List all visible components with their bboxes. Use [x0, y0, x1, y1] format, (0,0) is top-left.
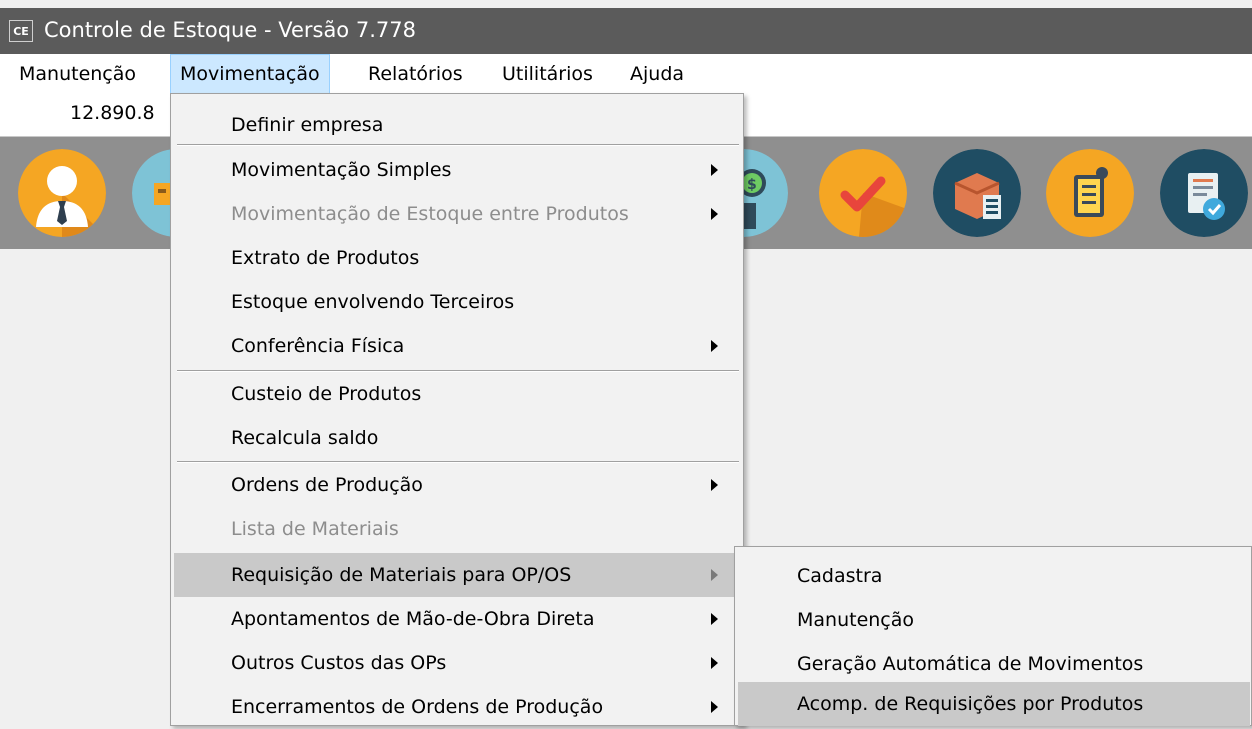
menu-utilitarios[interactable]: Utilitários [493, 54, 602, 94]
app-icon: CE [9, 20, 33, 42]
menu-item-label: Apontamentos de Mão-de-Obra Direta [231, 608, 595, 630]
user-icon[interactable] [18, 149, 106, 237]
menu-item-definir-empresa[interactable]: Definir empresa [174, 103, 740, 147]
box-checklist-icon[interactable] [933, 149, 1021, 237]
menu-item-movimentacao-simples[interactable]: Movimentação Simples [174, 148, 740, 192]
submenu-item-acomp-requisicoes[interactable]: Acomp. de Requisições por Produtos [738, 682, 1250, 726]
menu-item-label: Requisição de Materiais para OP/OS [231, 564, 572, 586]
menu-item-estoque-envolvendo-terceiros[interactable]: Estoque envolvendo Terceiros [174, 280, 740, 324]
document-check-icon[interactable] [1160, 149, 1248, 237]
requisicao-submenu: Cadastra Manutenção Geração Automática d… [734, 546, 1252, 726]
menu-item-label: Lista de Materiais [231, 518, 399, 540]
submenu-arrow-icon [711, 479, 718, 491]
menu-separator [177, 144, 739, 146]
menu-item-label: Movimentação Simples [231, 159, 452, 181]
menu-item-label: Recalcula saldo [231, 427, 379, 449]
menu-relatorios[interactable]: Relatórios [359, 54, 472, 94]
menu-bar: Manutenção Movimentação Relatórios Utili… [0, 54, 1252, 94]
menu-item-label: Extrato de Produtos [231, 247, 420, 269]
submenu-item-label: Acomp. de Requisições por Produtos [797, 693, 1144, 715]
menu-item-label: Outros Custos das OPs [231, 652, 447, 674]
menu-item-apontamentos-mao-de-obra[interactable]: Apontamentos de Mão-de-Obra Direta [174, 597, 740, 641]
svg-text:$: $ [747, 177, 757, 193]
menu-item-label: Movimentação de Estoque entre Produtos [231, 203, 629, 225]
window-title: Controle de Estoque - Versão 7.778 [44, 18, 416, 42]
menu-item-extrato-de-produtos[interactable]: Extrato de Produtos [174, 236, 740, 280]
menu-item-label: Encerramentos de Ordens de Produção [231, 696, 604, 718]
menu-item-lista-de-materiais: Lista de Materiais [174, 507, 740, 551]
menu-item-label: Estoque envolvendo Terceiros [231, 291, 515, 313]
menu-item-label: Ordens de Produção [231, 474, 423, 496]
value-readout: 12.890.8 [70, 102, 155, 124]
submenu-arrow-icon [711, 164, 718, 176]
submenu-arrow-icon [711, 701, 718, 713]
submenu-item-manutencao[interactable]: Manutenção [738, 598, 1250, 642]
submenu-arrow-icon [711, 657, 718, 669]
menu-item-label: Conferência Física [231, 335, 405, 357]
menu-item-encerramentos-ordens-producao[interactable]: Encerramentos de Ordens de Produção [174, 685, 740, 729]
menu-manutencao[interactable]: Manutenção [10, 54, 145, 94]
menu-ajuda[interactable]: Ajuda [621, 54, 693, 94]
movimentacao-dropdown: Definir empresa Movimentação Simples Mov… [170, 93, 744, 726]
submenu-item-label: Geração Automática de Movimentos [797, 653, 1144, 675]
menu-item-custeio-de-produtos[interactable]: Custeio de Produtos [174, 372, 740, 416]
submenu-arrow-icon [711, 208, 718, 220]
checklist-location-icon[interactable] [1046, 149, 1134, 237]
submenu-arrow-icon [711, 340, 718, 352]
submenu-item-geracao-automatica[interactable]: Geração Automática de Movimentos [738, 642, 1250, 686]
menu-item-label: Definir empresa [231, 114, 384, 136]
checkmark-icon[interactable] [819, 149, 907, 237]
submenu-arrow-icon [711, 613, 718, 625]
submenu-item-label: Manutenção [797, 609, 915, 631]
submenu-arrow-icon [711, 569, 718, 581]
menu-item-movimentacao-estoque-entre-produtos: Movimentação de Estoque entre Produtos [174, 192, 740, 236]
submenu-item-label: Cadastra [797, 565, 883, 587]
menu-item-ordens-de-producao[interactable]: Ordens de Produção [174, 463, 740, 507]
title-bar: CE Controle de Estoque - Versão 7.778 [0, 8, 1252, 54]
menu-item-label: Custeio de Produtos [231, 383, 422, 405]
menu-item-requisicao-de-materiais[interactable]: Requisição de Materiais para OP/OS [174, 553, 740, 597]
menu-item-outros-custos-das-ops[interactable]: Outros Custos das OPs [174, 641, 740, 685]
submenu-item-cadastra[interactable]: Cadastra [738, 554, 1250, 598]
menu-item-conferencia-fisica[interactable]: Conferência Física [174, 324, 740, 368]
menu-item-recalcula-saldo[interactable]: Recalcula saldo [174, 416, 740, 460]
menu-movimentacao[interactable]: Movimentação [170, 54, 330, 94]
